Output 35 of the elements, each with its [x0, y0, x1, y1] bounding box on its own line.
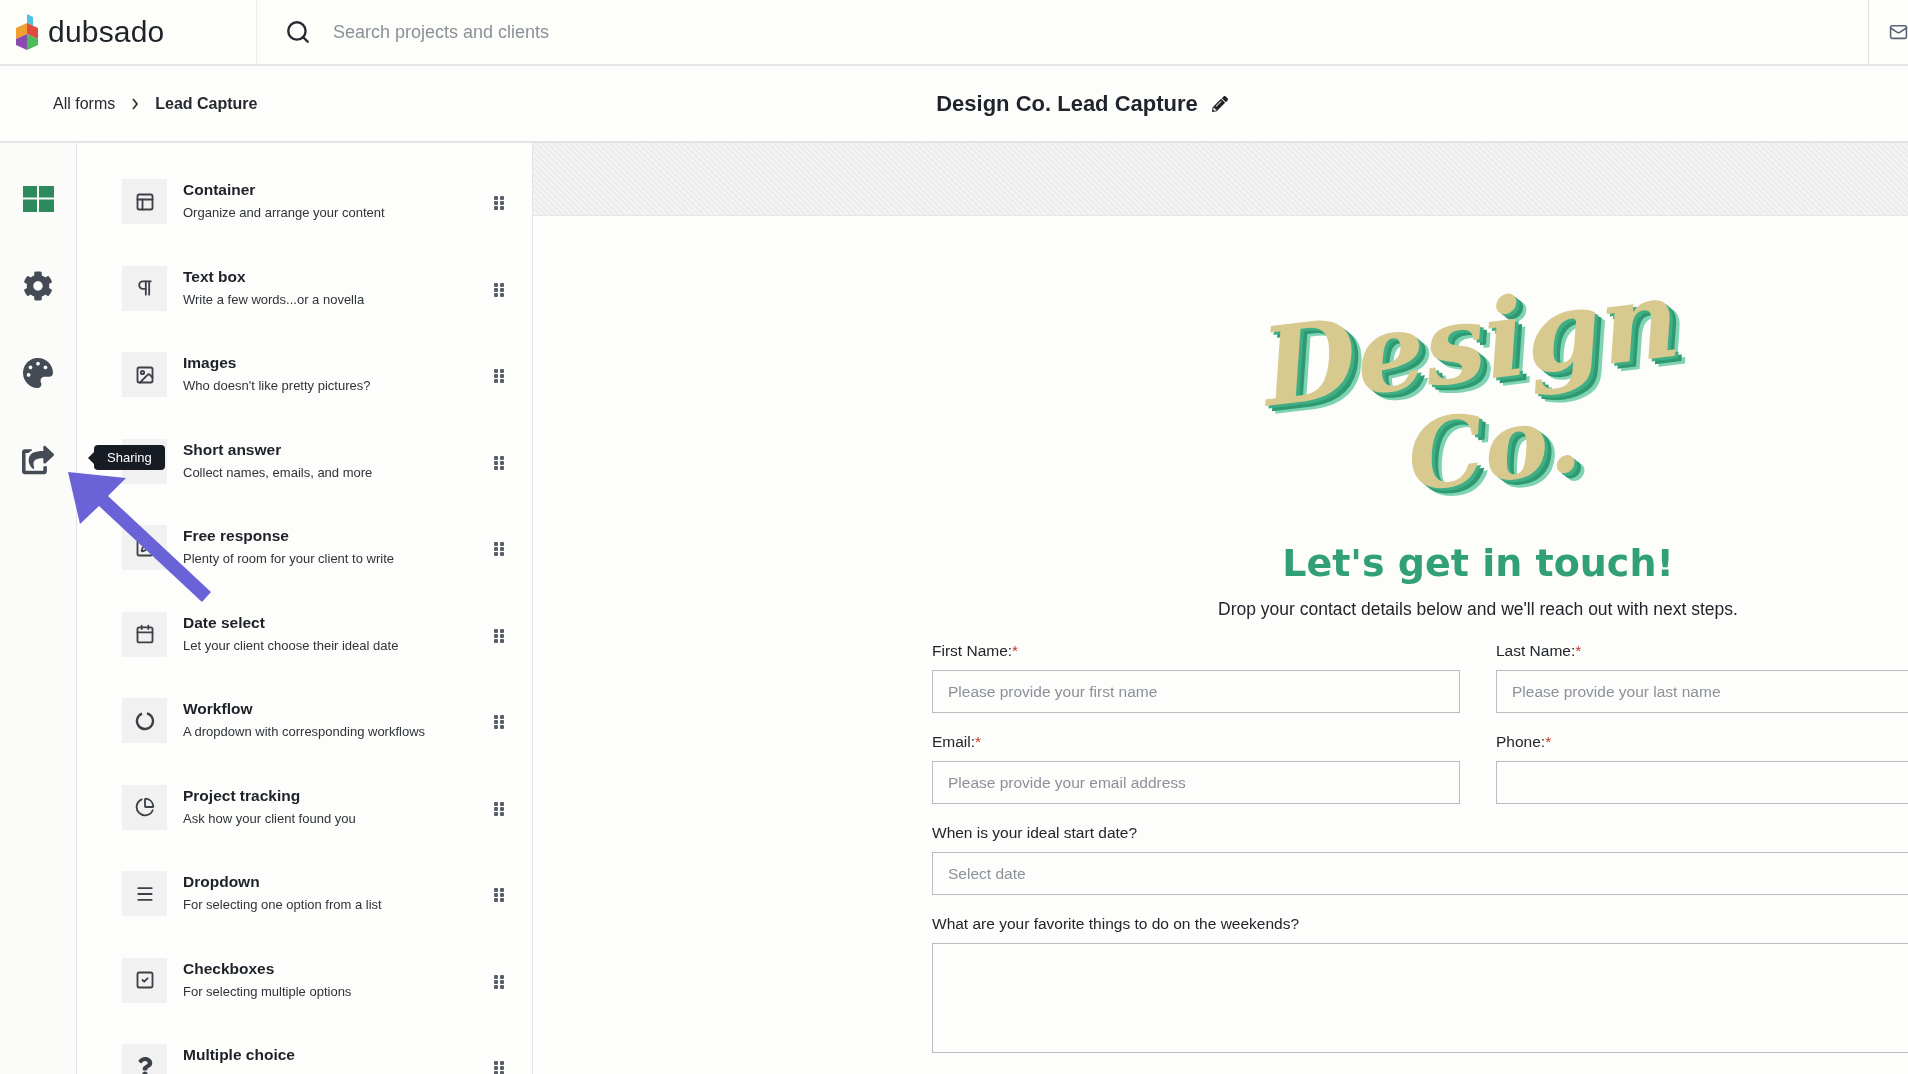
form-heading: Let's get in touch! — [1282, 541, 1674, 585]
element-description: A dropdown with corresponding workflows — [183, 724, 427, 739]
field-label: When is your ideal start date? — [932, 824, 1139, 842]
element-title: Dropdown — [183, 873, 261, 891]
element-title: Free response — [183, 527, 290, 545]
field-label: Email:* — [932, 733, 983, 751]
required-mark: * — [1545, 733, 1552, 750]
element-description: Organize and arrange your content — [183, 205, 386, 220]
element-description: Plenty of room for your client to write — [183, 551, 395, 566]
element-title: Project tracking — [183, 786, 302, 805]
required-mark: * — [975, 733, 982, 750]
element-description: For selecting one option from a list — [183, 897, 383, 912]
element-description: Ask how your client found you — [183, 810, 357, 826]
element-title: Multiple choice — [183, 1046, 296, 1064]
element-title: Workflow — [183, 700, 254, 718]
field-label: First Name:* — [932, 642, 1020, 660]
element-title: Images — [183, 354, 238, 372]
element-description: Who doesn't like pretty pictures? — [183, 378, 372, 393]
field-label: What are your favorite things to do on the weekends? — [932, 915, 1301, 933]
field-label: Last Name:* — [1496, 642, 1583, 660]
required-mark: * — [1575, 642, 1582, 659]
field-label: Phone:* — [1496, 733, 1553, 751]
element-title: Container — [183, 181, 257, 199]
element-description: Collect names, emails, and more — [183, 464, 374, 480]
brand-name: dubsado — [48, 15, 165, 49]
form-intro: Drop your contact details below and we'll reach out with next steps. — [1218, 599, 1738, 620]
required-mark: * — [1012, 642, 1019, 659]
element-title: Date select — [183, 613, 266, 632]
element-description: Write a few words...or a novella — [183, 291, 366, 307]
element-title: Short answer — [183, 440, 283, 459]
element-title: Text box — [183, 267, 247, 286]
element-title: Checkboxes — [183, 959, 276, 978]
element-description: For selecting multiple options — [183, 983, 353, 999]
form-title: Design Co. Lead Capture — [936, 90, 1198, 117]
element-description: Let your client choose their ideal date — [183, 637, 400, 653]
